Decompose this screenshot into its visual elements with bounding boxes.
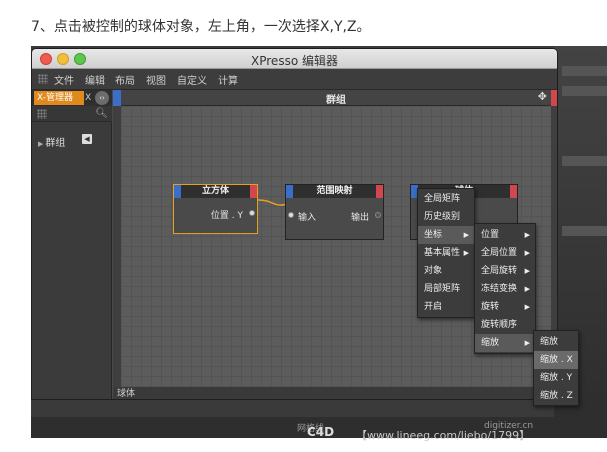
context-menu-ports: 全局矩阵 历史级别 坐标 ▶ 基本属性 ▶ 对象 局部矩阵 开启 <box>417 188 475 318</box>
submenu-arrow-icon: ▶ <box>524 231 530 239</box>
menu-item-scale-x[interactable]: 缩放 . X <box>534 351 578 369</box>
node-title: 范围映射 <box>316 186 353 196</box>
grip-icon <box>38 74 48 84</box>
tab-second[interactable]: X <box>85 91 95 105</box>
menu-item-rotation[interactable]: 旋转 ▶ <box>475 298 535 316</box>
watermark-url: 【www.lineeg.com/liebo/1799】 <box>356 429 531 442</box>
node-input-strip[interactable] <box>174 185 181 198</box>
menu-item-history-level[interactable]: 历史级别 <box>418 208 474 226</box>
port-label-position-y: 位置 . Y <box>210 211 243 221</box>
menu-bar: 文件 编辑 布局 视图 自定义 计算 <box>32 69 557 90</box>
menu-item-scale-y[interactable]: 缩放 . Y <box>534 369 578 387</box>
window-title: XPresso 编辑器 <box>251 54 338 68</box>
menu-item-local-matrix[interactable]: 局部矩阵 <box>418 280 474 298</box>
instruction-caption: 7、点击被控制的球体对象，左上角，一次选择X,Y,Z。 <box>31 19 371 35</box>
input-port[interactable] <box>288 212 294 218</box>
tab-x-manager[interactable]: X-管理器 <box>34 91 84 105</box>
menu-item-position[interactable]: 位置 ▶ <box>475 226 535 244</box>
move-icon[interactable]: ✥ <box>538 90 547 103</box>
group-output-port-strip[interactable] <box>551 90 557 106</box>
menu-item-rotation-order[interactable]: 旋转顺序 <box>475 316 535 334</box>
menu-view[interactable]: 视图 <box>146 72 166 87</box>
node-output-strip[interactable] <box>510 185 517 198</box>
tab-scroll-icon[interactable]: ‹› <box>95 91 109 105</box>
screenshot: XPresso 编辑器 文件 编辑 布局 视图 自定义 计算 X-管理器 X ‹… <box>31 46 607 438</box>
tree-item-label: 群组 <box>45 138 66 149</box>
output-port[interactable] <box>375 212 381 218</box>
node-output-strip[interactable] <box>250 185 257 198</box>
port-label-output: 输出 <box>350 213 369 223</box>
menu-item-scale-all[interactable]: 缩放 <box>534 333 578 351</box>
submenu-arrow-icon: ▶ <box>463 231 469 239</box>
menu-item-freeze-transform[interactable]: 冻结变换 ▶ <box>475 280 535 298</box>
title-bar[interactable]: XPresso 编辑器 <box>32 49 557 69</box>
x-manager-panel: X-管理器 X ‹› 🔍︎ ▶ 群组 ◀ <box>32 90 112 399</box>
menu-edit[interactable]: 编辑 <box>85 72 105 87</box>
submenu-arrow-icon: ▶ <box>524 267 530 275</box>
node-header: 范围映射 <box>286 185 383 198</box>
tree-item-group[interactable]: ▶ 群组 <box>38 134 65 149</box>
panel-tabs: X-管理器 X ‹› <box>32 90 112 106</box>
context-submenu-coordinates: 位置 ▶ 全局位置 ▶ 全局旋转 ▶ 冻结变换 ▶ 旋转 ▶ 旋转顺序 缩放 ▶ <box>474 223 536 354</box>
search-icon[interactable]: 🔍︎ <box>95 108 108 119</box>
tree-item-speaker-icon[interactable]: ◀ <box>82 134 92 144</box>
submenu-arrow-icon: ▶ <box>524 285 530 293</box>
node-cube[interactable]: 立方体 位置 . Y <box>173 184 258 234</box>
context-submenu-scale: 缩放 缩放 . X 缩放 . Y 缩放 . Z <box>533 330 579 406</box>
menu-item-global-rotation[interactable]: 全局旋转 ▶ <box>475 262 535 280</box>
expand-arrow-icon[interactable]: ▶ <box>38 140 43 148</box>
menu-customize[interactable]: 自定义 <box>177 72 207 87</box>
panel-toolbar: 🔍︎ <box>32 106 112 122</box>
group-header: 群组 ✥ <box>113 90 557 106</box>
menu-item-basic-properties[interactable]: 基本属性 ▶ <box>418 244 474 262</box>
node-input-strip[interactable] <box>286 185 293 198</box>
port-label-input: 输入 <box>298 213 317 223</box>
submenu-arrow-icon: ▶ <box>463 249 469 257</box>
output-port[interactable] <box>249 210 255 216</box>
menu-item-scale-z[interactable]: 缩放 . Z <box>534 387 578 405</box>
node-header: 立方体 <box>174 185 257 198</box>
submenu-arrow-icon: ▶ <box>524 249 530 257</box>
group-title: 群组 <box>326 95 346 106</box>
menu-calculate[interactable]: 计算 <box>218 72 238 87</box>
submenu-arrow-icon: ▶ <box>524 303 530 311</box>
menu-file[interactable]: 文件 <box>54 72 74 87</box>
menu-item-scale[interactable]: 缩放 ▶ <box>475 334 535 352</box>
status-bar: 球体 <box>113 387 557 399</box>
submenu-arrow-icon: ▶ <box>524 339 530 347</box>
menu-item-enable[interactable]: 开启 <box>418 298 474 316</box>
watermark-logo: C4D <box>307 425 335 439</box>
node-range-mapper[interactable]: 范围映射 输入 输出 <box>285 184 384 240</box>
grip-icon <box>37 109 47 119</box>
menu-item-global-matrix[interactable]: 全局矩阵 <box>418 190 474 208</box>
menu-item-object[interactable]: 对象 <box>418 262 474 280</box>
node-output-strip[interactable] <box>376 185 383 198</box>
node-title: 立方体 <box>201 186 229 196</box>
menu-layout[interactable]: 布局 <box>115 72 135 87</box>
menu-item-coordinates[interactable]: 坐标 ▶ <box>418 226 474 244</box>
menu-item-global-position[interactable]: 全局位置 ▶ <box>475 244 535 262</box>
